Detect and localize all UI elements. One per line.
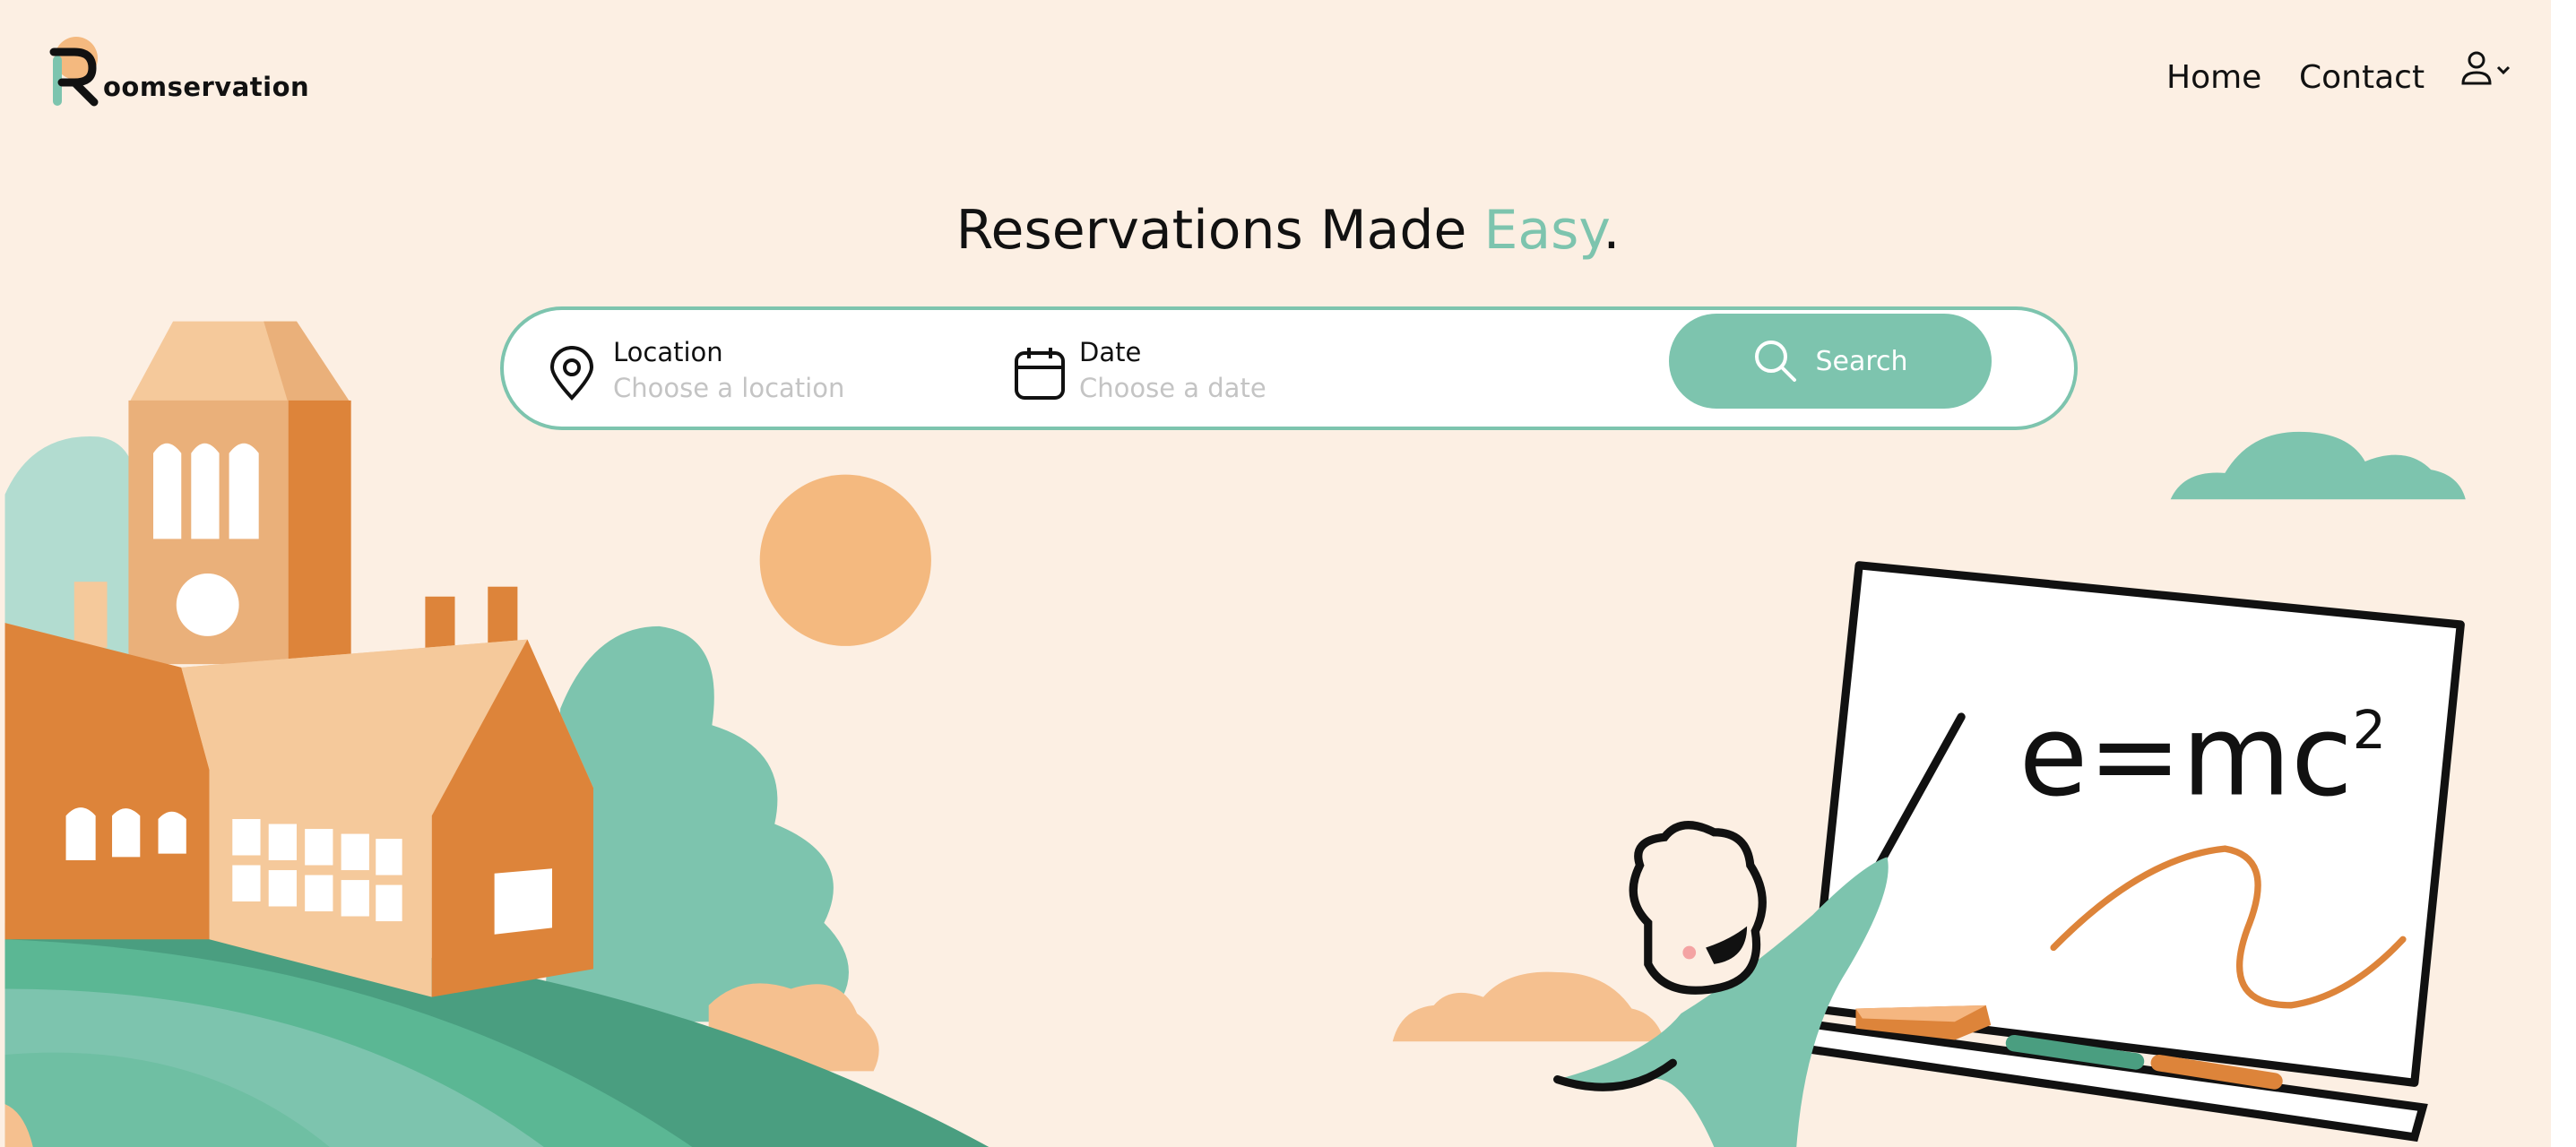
board-formula: e=mc2 [2018,691,2386,821]
location-field[interactable]: Location Choose a location [549,337,907,409]
chevron-down-icon [2496,65,2511,75]
location-input[interactable]: Choose a location [613,373,844,403]
cloud-bottom [1392,971,1665,1042]
user-menu-button[interactable] [2456,49,2528,94]
date-input[interactable]: Choose a date [1079,373,1266,403]
search-button[interactable]: Search [1669,314,1992,409]
logo[interactable]: oomservation [49,36,309,125]
sun-shape [759,474,931,646]
brand-name: oomservation [103,72,310,102]
cloud-right [2170,431,2466,500]
location-label: Location [613,337,723,367]
date-field[interactable]: Date Choose a date [1015,337,1373,409]
map-pin-icon [549,346,594,401]
page-edge [2551,0,2576,1147]
search-button-label: Search [1815,345,1908,377]
whiteboard [1809,561,2465,1087]
search-bar: Location Choose a location Date Choose a… [500,306,2078,430]
user-icon [2461,51,2492,85]
search-icon [1755,341,1797,382]
hero-illustration: e=mc2 [4,321,2466,1147]
calendar-icon [1015,348,1065,400]
logo-mark [49,37,99,107]
date-label: Date [1079,337,1142,367]
nav-contact[interactable]: Contact [2299,59,2425,96]
hero-title: Reservations Made Easy. [955,199,1621,262]
nav-home[interactable]: Home [2166,59,2261,96]
character-head [1629,821,1767,995]
